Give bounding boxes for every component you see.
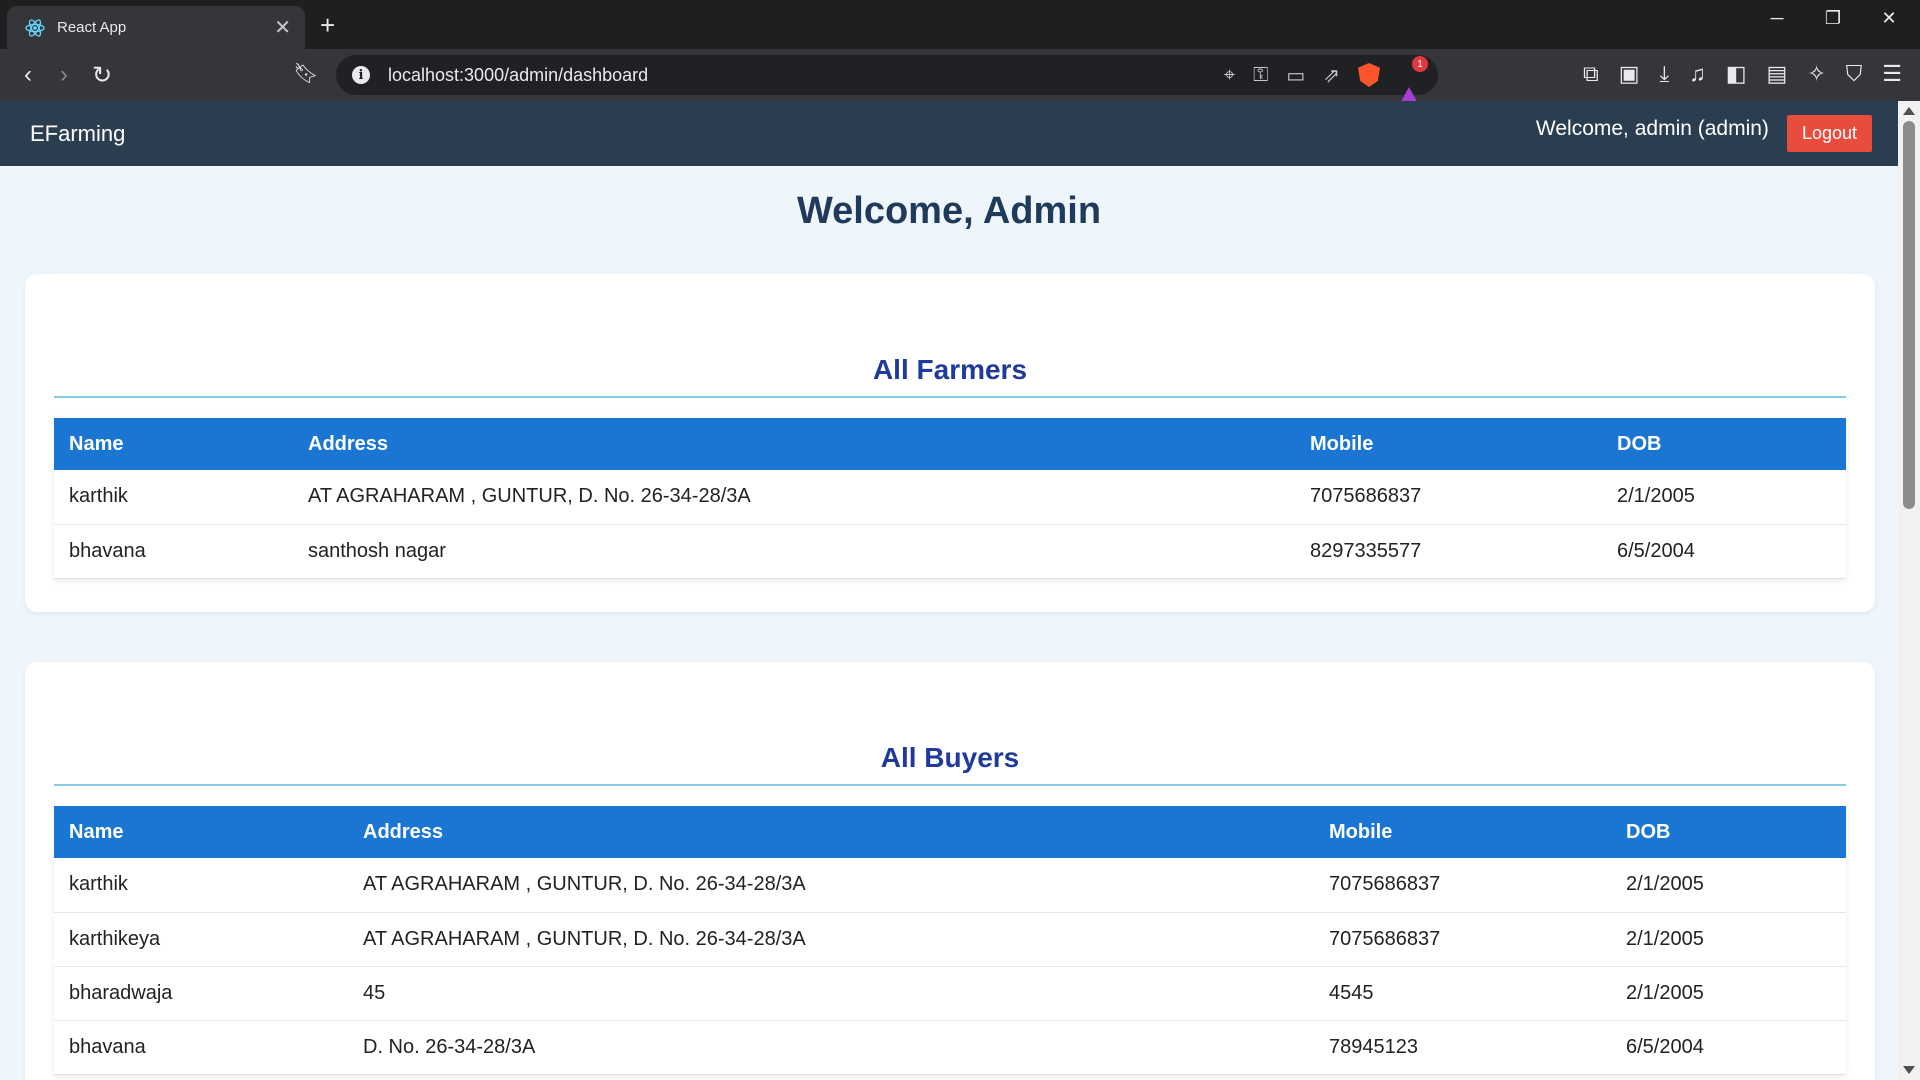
column-header-mobile: Mobile — [1314, 806, 1611, 858]
cell-dob: 2/1/2005 — [1602, 470, 1846, 525]
cell-address: 45 — [348, 966, 1314, 1021]
react-favicon-icon — [25, 18, 45, 38]
wallet-icon[interactable]: ▤ — [1767, 61, 1788, 87]
table-row: bhavana D. No. 26-34-28/3A 78945123 6/5/… — [54, 1020, 1846, 1075]
downloads-icon[interactable]: ⤓ — [1659, 61, 1669, 87]
new-tab-button[interactable]: + — [320, 10, 335, 40]
brave-shields-icon[interactable] — [1358, 63, 1380, 87]
page-scrollbar[interactable] — [1898, 101, 1920, 1080]
leo-ai-icon[interactable]: ✧ — [1807, 61, 1825, 87]
logout-button[interactable]: Logout — [1786, 115, 1872, 152]
address-bar[interactable]: i localhost:3000/admin/dashboard ⌖ ⚿ ▭ ⇗… — [336, 55, 1438, 107]
cell-mobile: 7075686837 — [1314, 858, 1611, 913]
cell-address: AT AGRAHARAM , GUNTUR, D. No. 26-34-28/3… — [348, 858, 1314, 913]
sidebar-icon[interactable]: ◧ — [1726, 61, 1747, 87]
cell-address: AT AGRAHARAM , GUNTUR, D. No. 26-34-28/3… — [348, 912, 1314, 967]
forward-button[interactable]: › — [46, 61, 82, 89]
location-icon[interactable]: ⌖ — [1224, 64, 1235, 87]
cell-address: santhosh nagar — [293, 524, 1295, 579]
cell-name: karthik — [54, 858, 348, 913]
table-row: bhavana santhosh nagar 8297335577 6/5/20… — [54, 524, 1846, 579]
column-header-name: Name — [54, 418, 293, 470]
cell-dob: 2/1/2005 — [1611, 912, 1846, 967]
brave-rewards-icon[interactable]: 1 — [1398, 56, 1428, 107]
bookmark-icon[interactable]: 🔖︎ — [288, 61, 324, 86]
scroll-down-arrow-icon[interactable] — [1903, 1066, 1915, 1074]
cell-dob: 6/5/2004 — [1611, 1020, 1846, 1075]
column-header-address: Address — [348, 806, 1314, 858]
browser-toolbar: ‹ › ↻ 🔖︎ i localhost:3000/admin/dashboar… — [0, 49, 1920, 107]
browser-tab[interactable]: React App ✕ — [7, 6, 305, 49]
cast-icon[interactable]: ▭ — [1286, 63, 1305, 88]
cell-mobile: 78945123 — [1314, 1020, 1611, 1075]
table-header-row: Name Address Mobile DOB — [54, 806, 1846, 858]
cell-name: karthik — [54, 470, 293, 525]
cell-mobile: 7075686837 — [1295, 470, 1602, 525]
cell-name: bhavana — [54, 524, 293, 579]
page-title: Welcome, Admin — [796, 190, 1102, 232]
farmers-section-title: All Farmers — [54, 274, 1846, 398]
cell-mobile: 7075686837 — [1314, 912, 1611, 967]
table-header-row: Name Address Mobile DOB — [54, 418, 1846, 470]
tab-close-icon[interactable]: ✕ — [274, 18, 291, 38]
farmers-table: Name Address Mobile DOB karthik AT AGRAH… — [54, 418, 1846, 579]
extensions-icon[interactable]: ⧉ — [1583, 61, 1599, 87]
cell-address: AT AGRAHARAM , GUNTUR, D. No. 26-34-28/3… — [293, 470, 1295, 525]
page-viewport: EFarming Welcome, admin (admin) Logout W… — [0, 101, 1898, 1080]
rewards-badge: 1 — [1412, 56, 1428, 72]
share-icon[interactable]: ⇗ — [1323, 63, 1340, 88]
buyers-section-title: All Buyers — [54, 662, 1846, 786]
reload-button[interactable]: ↻ — [84, 61, 120, 90]
table-row: karthik AT AGRAHARAM , GUNTUR, D. No. 26… — [54, 858, 1846, 913]
cell-name: bharadwaja — [54, 966, 348, 1021]
back-button[interactable]: ‹ — [10, 61, 46, 89]
cell-dob: 2/1/2005 — [1611, 858, 1846, 913]
vpn-icon[interactable]: ⛉ — [1846, 61, 1863, 87]
column-header-dob: DOB — [1602, 418, 1846, 470]
table-row: bharadwaja 45 4545 2/1/2005 — [54, 966, 1846, 1021]
url-text[interactable]: localhost:3000/admin/dashboard — [388, 65, 1224, 86]
scroll-thumb[interactable] — [1903, 121, 1915, 509]
cell-dob: 6/5/2004 — [1602, 524, 1846, 579]
site-info-icon[interactable]: i — [352, 66, 370, 84]
menu-icon[interactable]: ☰ — [1882, 61, 1902, 87]
cell-mobile: 4545 — [1314, 966, 1611, 1021]
buyers-table: Name Address Mobile DOB karthik AT AGRAH… — [54, 806, 1846, 1075]
cell-name: bhavana — [54, 1020, 348, 1075]
cell-address: D. No. 26-34-28/3A — [348, 1020, 1314, 1075]
scroll-up-arrow-icon[interactable] — [1903, 107, 1915, 115]
cell-name: karthikeya — [54, 912, 348, 967]
column-header-address: Address — [293, 418, 1295, 470]
restore-button[interactable]: ❐ — [1818, 8, 1848, 29]
table-row: karthik AT AGRAHARAM , GUNTUR, D. No. 26… — [54, 470, 1846, 525]
minimize-button[interactable]: ─ — [1762, 8, 1792, 29]
table-row: karthikeya AT AGRAHARAM , GUNTUR, D. No.… — [54, 912, 1846, 967]
key-icon[interactable]: ⚿ — [1253, 64, 1268, 87]
farmers-card: All Farmers Name Address Mobile DOB kart… — [25, 274, 1875, 612]
reading-mode-icon[interactable]: ▣ — [1619, 61, 1640, 87]
column-header-dob: DOB — [1611, 806, 1846, 858]
media-icon[interactable]: ♫ — [1689, 61, 1706, 87]
welcome-user-text: Welcome, admin (admin) — [1535, 116, 1769, 140]
tab-strip: React App ✕ + ─ ❐ ✕ — [0, 0, 1920, 49]
close-window-button[interactable]: ✕ — [1874, 8, 1904, 29]
app-navbar: EFarming Welcome, admin (admin) Logout — [0, 101, 1898, 166]
column-header-mobile: Mobile — [1295, 418, 1602, 470]
tab-title: React App — [57, 19, 127, 36]
brand-logo[interactable]: EFarming — [30, 121, 125, 147]
column-header-name: Name — [54, 806, 348, 858]
cell-mobile: 8297335577 — [1295, 524, 1602, 579]
cell-dob: 2/1/2005 — [1611, 966, 1846, 1021]
buyers-card: All Buyers Name Address Mobile DOB karth… — [25, 662, 1875, 1080]
